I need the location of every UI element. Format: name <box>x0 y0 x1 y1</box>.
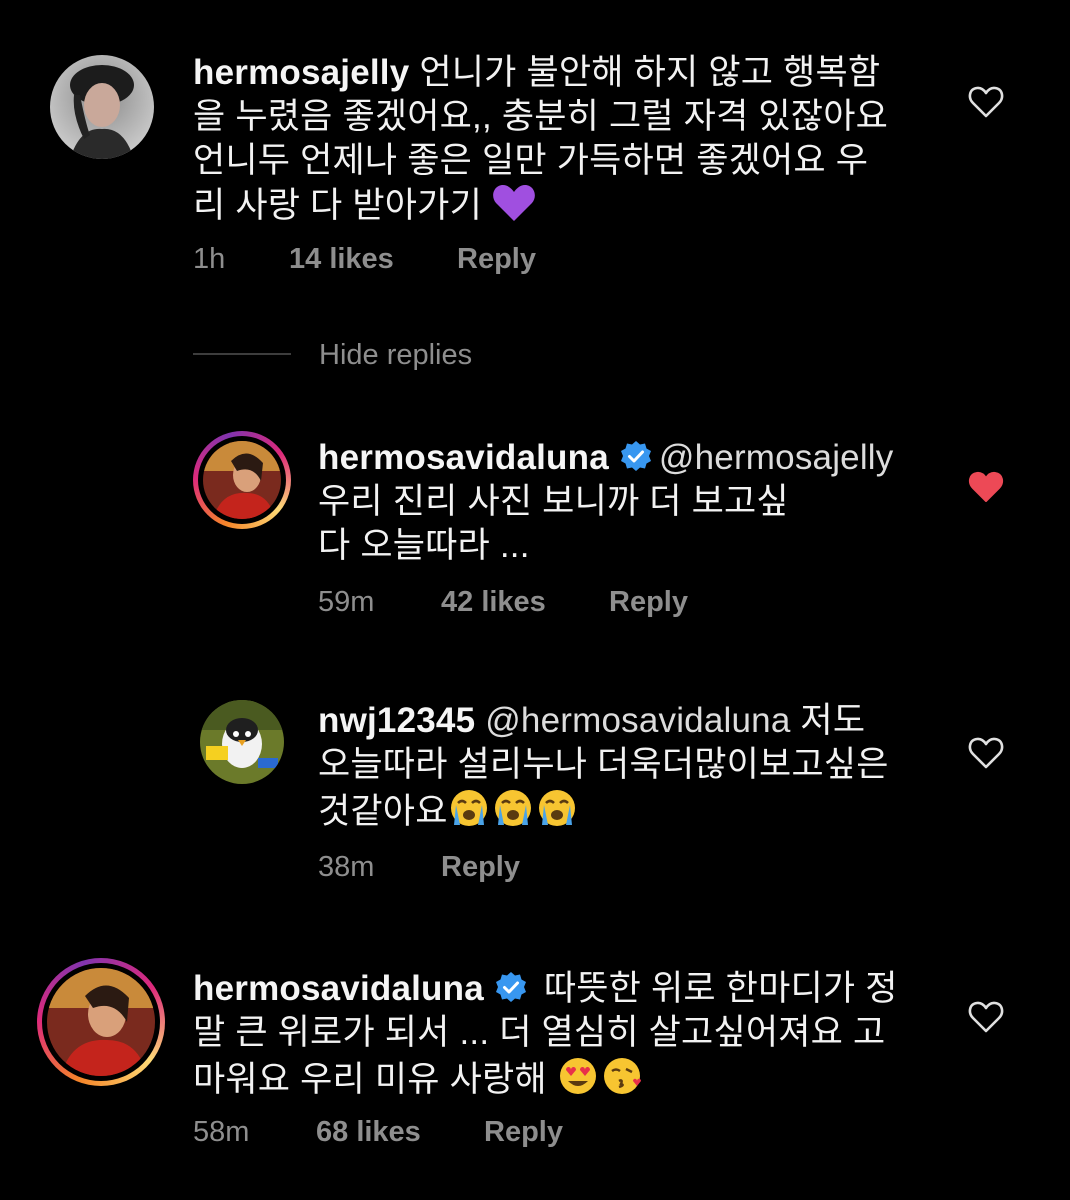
comment-line: 저도 <box>800 701 866 740</box>
comment-text: hermosajelly 언니가 불안해 하지 않고 행복함 을 누렸음 좋겠어… <box>193 51 933 234</box>
avatar-photo <box>203 441 281 519</box>
timestamp: 1h <box>193 243 226 275</box>
liked-heart-icon[interactable] <box>968 470 1004 504</box>
comment-meta: 58m 68 likes Reply <box>193 1115 693 1149</box>
likes-count[interactable]: 14 likes <box>289 242 394 276</box>
comment-line: 따뜻한 위로 한마디가 정 <box>543 969 898 1008</box>
story-ring-avatar[interactable] <box>193 431 291 529</box>
hide-replies-label: Hide replies <box>319 339 473 371</box>
reply-button[interactable]: Reply <box>609 585 688 619</box>
comment-line: 언니가 불안해 하지 않고 행복함 <box>419 53 881 92</box>
comment-hermosajelly: hermosajelly 언니가 불안해 하지 않고 행복함 을 누렸음 좋겠어… <box>0 0 1070 300</box>
verified-badge-icon <box>620 441 651 471</box>
reply-button[interactable]: Reply <box>441 850 520 884</box>
likes-count[interactable]: 42 likes <box>441 585 546 619</box>
timestamp: 59m <box>318 586 375 618</box>
comment-text: hermosavidaluna @hermosajelly 우리 진리 사진 보니… <box>318 436 938 568</box>
comment-line: 언니두 언제나 좋은 일만 가득하면 좋겠어요 우 <box>193 141 869 180</box>
divider-line <box>193 353 291 355</box>
verified-badge-icon <box>495 972 526 1002</box>
heart-eyes-and-kiss-icon <box>557 1055 645 1108</box>
comment-hermosavidaluna: hermosavidaluna 따뜻한 위로 한마디가 정 말 큰 위로가 되서… <box>0 950 1070 1170</box>
username[interactable]: hermosajelly <box>193 53 409 92</box>
avatar-photo <box>50 55 154 159</box>
username[interactable]: hermosavidaluna <box>318 438 609 477</box>
purple-heart-icon <box>492 183 536 234</box>
avatar[interactable] <box>50 55 154 159</box>
comment-meta: 59m 42 likes Reply <box>318 585 818 619</box>
reply-hermosavidaluna: hermosavidaluna @hermosajelly 우리 진리 사진 보니… <box>0 420 1070 620</box>
timestamp: 38m <box>318 851 375 883</box>
comment-line: 말 큰 위로가 되서 ... 더 열심히 살고싶어져요 고 <box>193 1013 886 1052</box>
username[interactable]: nwj12345 <box>318 701 475 740</box>
mention-link[interactable]: @hermosavidaluna <box>485 701 790 740</box>
reply-nwj12345: nwj12345 @hermosavidaluna 저도 오늘따라 설리누나 더… <box>0 690 1070 890</box>
comment-text: hermosavidaluna 따뜻한 위로 한마디가 정 말 큰 위로가 되서… <box>193 967 938 1108</box>
username[interactable]: hermosavidaluna <box>193 969 484 1008</box>
comment-line: 다 오늘따라 ... <box>318 526 530 565</box>
comment-line: 리 사랑 다 받아가기 <box>193 186 482 225</box>
mention-link[interactable]: @hermosajelly <box>659 438 894 477</box>
timestamp: 58m <box>193 1116 250 1148</box>
comment-line: 마워요 우리 미유 사랑해 <box>193 1060 547 1099</box>
comment-line: 우리 진리 사진 보니까 더 보고싶 <box>318 482 789 521</box>
likes-count[interactable]: 68 likes <box>316 1115 421 1149</box>
comment-line: 것같아요 <box>318 792 448 831</box>
comment-meta: 38m Reply <box>318 850 718 884</box>
comment-line: 을 누렸음 좋겠어요,, 충분히 그럴 자격 있잖아요 <box>193 97 888 136</box>
story-ring-avatar[interactable] <box>37 958 165 1086</box>
like-heart-icon[interactable] <box>968 1000 1004 1034</box>
reply-button[interactable]: Reply <box>484 1115 563 1149</box>
avatar[interactable] <box>200 700 284 784</box>
like-heart-icon[interactable] <box>968 85 1004 119</box>
reply-button[interactable]: Reply <box>457 242 536 276</box>
avatar-photo <box>47 968 155 1076</box>
comment-text: nwj12345 @hermosavidaluna 저도 오늘따라 설리누나 더… <box>318 699 938 840</box>
like-heart-icon[interactable] <box>968 736 1004 770</box>
avatar-photo <box>200 700 284 784</box>
comment-meta: 1h 14 likes Reply <box>193 242 693 276</box>
hide-replies-button[interactable]: Hide replies <box>193 337 593 373</box>
crying-face-icon <box>448 787 580 840</box>
comment-line: 오늘따라 설리누나 더욱더많이보고싶은 <box>318 745 889 784</box>
